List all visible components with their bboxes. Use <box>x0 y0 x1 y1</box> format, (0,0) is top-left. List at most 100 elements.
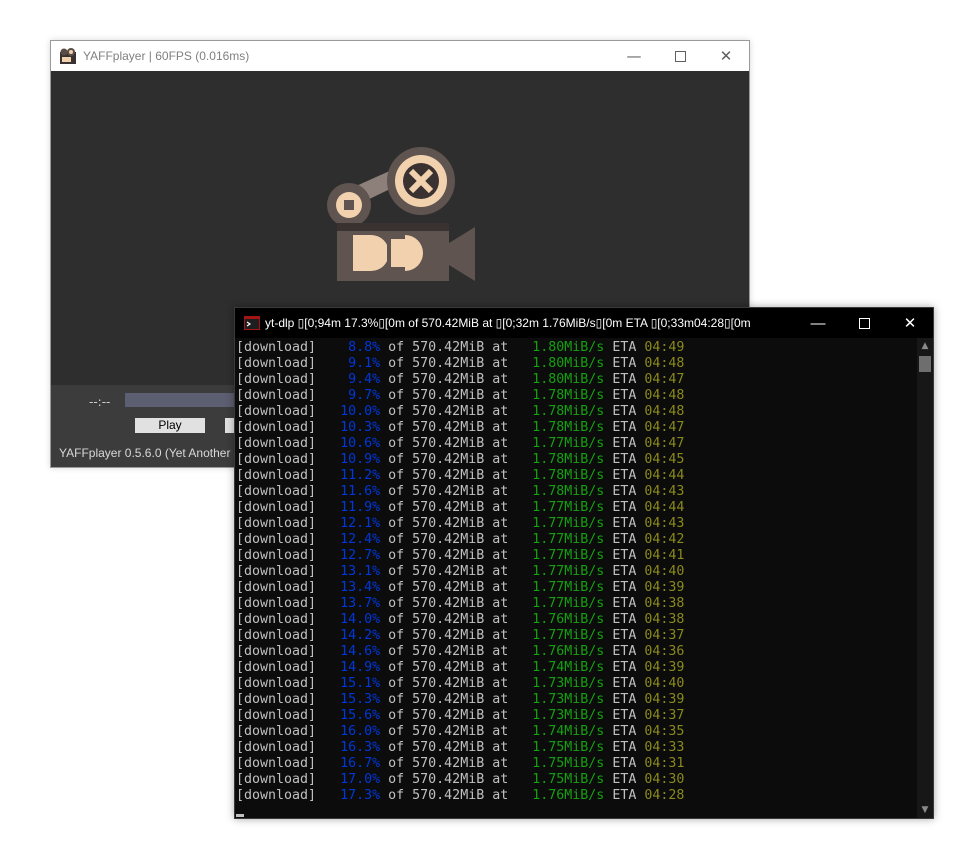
download-tag: [download] <box>236 516 317 531</box>
total-size: 570.42MiB <box>412 580 485 595</box>
console-minimize-button[interactable]: — <box>795 308 841 338</box>
console-line: [download] 10.3% of 570.42MiB at 1.78MiB… <box>236 420 685 435</box>
console-close-button[interactable]: ✕ <box>887 308 933 338</box>
eta-time: 04:38 <box>644 612 685 627</box>
download-tag: [download] <box>236 692 317 707</box>
download-tag: [download] <box>236 660 317 675</box>
eta-time: 04:43 <box>644 484 685 499</box>
console-window-title: yt-dlp ▯[0;94m 17.3%▯[0m of 570.42MiB at… <box>265 316 751 330</box>
progress-percent: 16.0% <box>332 724 381 739</box>
console-line: [download] 14.9% of 570.42MiB at 1.74MiB… <box>236 660 685 675</box>
download-tag: [download] <box>236 596 317 611</box>
console-window: yt-dlp ▯[0;94m 17.3%▯[0m of 570.42MiB at… <box>234 307 934 819</box>
total-size: 570.42MiB <box>412 788 485 803</box>
console-output[interactable]: [download] 8.8% of 570.42MiB at 1.80MiB/… <box>235 338 917 818</box>
play-button[interactable]: Play <box>135 418 205 433</box>
console-line: [download] 14.2% of 570.42MiB at 1.77MiB… <box>236 628 685 643</box>
progress-percent: 9.7% <box>332 388 381 403</box>
progress-percent: 14.2% <box>332 628 381 643</box>
download-speed: 1.73MiB/s <box>532 708 605 723</box>
download-speed: 1.78MiB/s <box>532 404 605 419</box>
download-tag: [download] <box>236 388 317 403</box>
download-tag: [download] <box>236 452 317 467</box>
scroll-down-button[interactable]: ▼ <box>917 802 933 818</box>
total-size: 570.42MiB <box>412 612 485 627</box>
total-size: 570.42MiB <box>412 484 485 499</box>
total-size: 570.42MiB <box>412 420 485 435</box>
console-line: [download] 12.7% of 570.42MiB at 1.77MiB… <box>236 548 685 563</box>
download-speed: 1.75MiB/s <box>532 772 605 787</box>
download-tag: [download] <box>236 708 317 723</box>
console-line: [download] 13.4% of 570.42MiB at 1.77MiB… <box>236 580 685 595</box>
download-speed: 1.77MiB/s <box>532 580 605 595</box>
total-size: 570.42MiB <box>412 548 485 563</box>
scroll-up-button[interactable]: ▲ <box>917 338 933 354</box>
download-tag: [download] <box>236 612 317 627</box>
total-size: 570.42MiB <box>412 356 485 371</box>
download-speed: 1.78MiB/s <box>532 452 605 467</box>
progress-percent: 12.1% <box>332 516 381 531</box>
download-speed: 1.77MiB/s <box>532 516 605 531</box>
maximize-icon <box>858 317 870 329</box>
eta-time: 04:45 <box>644 452 685 467</box>
total-size: 570.42MiB <box>412 468 485 483</box>
console-line: [download] 16.7% of 570.42MiB at 1.75MiB… <box>236 756 685 771</box>
eta-time: 04:47 <box>644 372 685 387</box>
download-speed: 1.77MiB/s <box>532 628 605 643</box>
console-line: [download] 11.6% of 570.42MiB at 1.78MiB… <box>236 484 685 499</box>
maximize-icon <box>674 50 686 62</box>
eta-time: 04:48 <box>644 356 685 371</box>
console-line: [download] 17.3% of 570.42MiB at 1.76MiB… <box>236 788 685 803</box>
eta-time: 04:31 <box>644 756 685 771</box>
download-tag: [download] <box>236 676 317 691</box>
download-tag: [download] <box>236 564 317 579</box>
download-tag: [download] <box>236 484 317 499</box>
total-size: 570.42MiB <box>412 372 485 387</box>
eta-time: 04:37 <box>644 628 685 643</box>
console-line: [download] 8.8% of 570.42MiB at 1.80MiB/… <box>236 340 685 355</box>
minimize-button[interactable]: — <box>611 41 657 71</box>
download-speed: 1.73MiB/s <box>532 676 605 691</box>
download-speed: 1.75MiB/s <box>532 756 605 771</box>
progress-percent: 9.1% <box>332 356 381 371</box>
download-tag: [download] <box>236 420 317 435</box>
download-speed: 1.77MiB/s <box>532 596 605 611</box>
console-line: [download] 12.1% of 570.42MiB at 1.77MiB… <box>236 516 685 531</box>
progress-percent: 11.2% <box>332 468 381 483</box>
eta-time: 04:36 <box>644 644 685 659</box>
close-icon: ✕ <box>719 47 733 65</box>
progress-percent: 17.0% <box>332 772 381 787</box>
maximize-button[interactable] <box>657 41 703 71</box>
eta-time: 04:43 <box>644 516 685 531</box>
download-tag: [download] <box>236 788 317 803</box>
download-speed: 1.74MiB/s <box>532 724 605 739</box>
console-line: [download] 13.1% of 570.42MiB at 1.77MiB… <box>236 564 685 579</box>
close-button[interactable]: ✕ <box>703 41 749 71</box>
download-speed: 1.77MiB/s <box>532 436 605 451</box>
total-size: 570.42MiB <box>412 500 485 515</box>
eta-time: 04:35 <box>644 724 685 739</box>
download-speed: 1.76MiB/s <box>532 612 605 627</box>
console-maximize-button[interactable] <box>841 308 887 338</box>
download-tag: [download] <box>236 532 317 547</box>
progress-percent: 17.3% <box>332 788 381 803</box>
console-scrollbar[interactable]: ▲ ▼ <box>917 338 933 818</box>
progress-percent: 15.3% <box>332 692 381 707</box>
download-tag: [download] <box>236 628 317 643</box>
total-size: 570.42MiB <box>412 340 485 355</box>
total-size: 570.42MiB <box>412 660 485 675</box>
eta-time: 04:38 <box>644 596 685 611</box>
total-size: 570.42MiB <box>412 596 485 611</box>
eta-time: 04:42 <box>644 532 685 547</box>
total-size: 570.42MiB <box>412 628 485 643</box>
scroll-thumb[interactable] <box>919 356 931 372</box>
console-line: [download] 15.6% of 570.42MiB at 1.73MiB… <box>236 708 685 723</box>
film-camera-logo-icon <box>327 147 475 281</box>
player-titlebar[interactable]: YAFFplayer | 60FPS (0.016ms) — ✕ <box>51 41 749 71</box>
download-speed: 1.78MiB/s <box>532 468 605 483</box>
console-titlebar[interactable]: yt-dlp ▯[0;94m 17.3%▯[0m of 570.42MiB at… <box>235 308 933 338</box>
progress-percent: 8.8% <box>332 340 381 355</box>
progress-percent: 10.3% <box>332 420 381 435</box>
minimize-icon: — <box>626 47 642 65</box>
eta-time: 04:39 <box>644 580 685 595</box>
